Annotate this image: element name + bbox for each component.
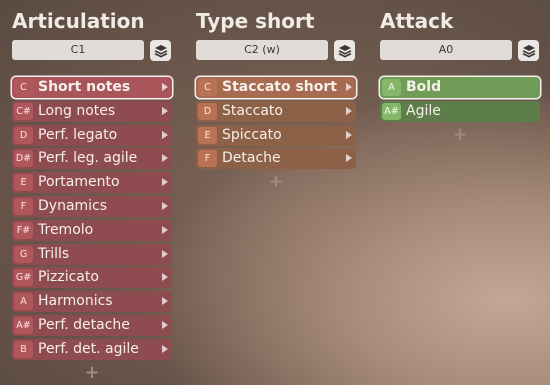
list-item[interactable]: G# Pizzicato xyxy=(12,267,172,289)
chevron-right-icon xyxy=(162,130,168,139)
layers-icon xyxy=(154,44,167,57)
list-item[interactable]: F Detache xyxy=(196,148,356,170)
column-title: Attack xyxy=(380,9,454,33)
key-badge: C xyxy=(14,79,33,96)
column-title: Type short xyxy=(196,9,315,33)
trigger-note-field[interactable]: C2 (w) xyxy=(196,40,328,60)
item-label: Long notes xyxy=(38,102,116,119)
chevron-right-icon xyxy=(346,83,352,91)
list-item[interactable]: G Trills xyxy=(12,243,172,265)
chevron-right-icon xyxy=(162,154,168,163)
add-item-button[interactable]: + xyxy=(12,362,172,383)
attack-list: A Bold A# Agile + xyxy=(380,77,540,145)
chevron-right-icon xyxy=(162,273,168,282)
list-item[interactable]: D# Perf. leg. agile xyxy=(12,148,172,170)
add-item-button[interactable]: + xyxy=(196,172,356,192)
chevron-right-icon xyxy=(162,297,168,306)
item-label: Dynamics xyxy=(38,197,108,214)
item-label: Perf. legato xyxy=(38,126,118,143)
key-badge: B xyxy=(14,340,33,358)
item-label: Bold xyxy=(406,79,442,95)
key-badge: D# xyxy=(14,150,33,168)
list-item[interactable]: B Perf. det. agile xyxy=(12,338,172,360)
key-badge: G xyxy=(14,245,33,263)
chevron-right-icon xyxy=(162,83,168,91)
item-label: Short notes xyxy=(38,79,131,95)
chevron-right-icon xyxy=(346,154,352,163)
list-item[interactable]: E Portamento xyxy=(12,172,172,194)
chevron-right-icon xyxy=(162,249,168,258)
layers-icon xyxy=(338,44,351,57)
chevron-right-icon xyxy=(162,201,168,210)
list-item[interactable]: F Dynamics xyxy=(12,195,172,217)
list-item[interactable]: F# Tremolo xyxy=(12,219,172,241)
layers-icon xyxy=(522,44,535,57)
column-header: C2 (w) xyxy=(196,40,356,61)
chevron-right-icon xyxy=(162,344,168,353)
layers-button[interactable] xyxy=(334,40,355,61)
chevron-right-icon xyxy=(162,225,168,234)
chevron-right-icon xyxy=(346,106,352,115)
key-badge: C xyxy=(198,79,217,96)
chevron-right-icon xyxy=(162,178,168,187)
key-badge: F xyxy=(14,197,33,215)
trigger-note-field[interactable]: C1 xyxy=(12,40,144,60)
item-label: Portamento xyxy=(38,174,120,191)
list-item[interactable]: C Staccato short xyxy=(196,77,356,98)
column-title: Articulation xyxy=(12,9,145,33)
item-label: Staccato xyxy=(222,102,283,119)
trigger-note-field[interactable]: A0 xyxy=(380,40,512,60)
key-badge: A# xyxy=(382,102,401,120)
item-label: Staccato short xyxy=(222,79,337,95)
add-item-button[interactable]: + xyxy=(380,124,540,145)
list-item[interactable]: A Bold xyxy=(380,77,540,98)
item-label: Perf. det. agile xyxy=(38,340,139,357)
list-item[interactable]: A# Agile xyxy=(380,100,540,122)
item-label: Perf. detache xyxy=(38,316,130,333)
list-item[interactable]: C Short notes xyxy=(12,77,172,98)
list-item[interactable]: E Spiccato xyxy=(196,124,356,146)
list-item[interactable]: D Perf. legato xyxy=(12,124,172,146)
key-badge: F xyxy=(198,150,217,168)
column-header: C1 xyxy=(12,40,172,61)
chevron-right-icon xyxy=(162,106,168,115)
key-badge: G# xyxy=(14,269,33,287)
layers-button[interactable] xyxy=(150,40,171,61)
item-label: Detache xyxy=(222,150,281,167)
articulation-list: C Short notes C# Long notes D Perf. legato D# P… xyxy=(12,77,172,383)
item-label: Pizzicato xyxy=(38,269,99,286)
layers-button[interactable] xyxy=(518,40,539,61)
list-item[interactable]: A# Perf. detache xyxy=(12,314,172,336)
key-badge: D xyxy=(14,126,33,144)
list-item[interactable]: A Harmonics xyxy=(12,291,172,313)
key-badge: F# xyxy=(14,221,33,239)
chevron-right-icon xyxy=(346,130,352,139)
item-label: Tremolo xyxy=(38,221,94,238)
column-header: A0 xyxy=(380,40,540,61)
type-short-list: C Staccato short D Staccato E Spiccato F Detach… xyxy=(196,77,356,192)
item-label: Spiccato xyxy=(222,126,282,143)
key-badge: A# xyxy=(14,316,33,334)
list-item[interactable]: C# Long notes xyxy=(12,100,172,122)
item-label: Harmonics xyxy=(38,293,113,310)
key-badge: A xyxy=(382,79,401,96)
item-label: Perf. leg. agile xyxy=(38,150,138,167)
item-label: Agile xyxy=(406,102,441,119)
key-badge: D xyxy=(198,102,217,120)
chevron-right-icon xyxy=(162,320,168,329)
item-label: Trills xyxy=(38,245,70,262)
key-badge: A xyxy=(14,293,33,311)
list-item[interactable]: D Staccato xyxy=(196,100,356,122)
key-badge: E xyxy=(198,126,217,144)
key-badge: E xyxy=(14,174,33,192)
key-badge: C# xyxy=(14,102,33,120)
